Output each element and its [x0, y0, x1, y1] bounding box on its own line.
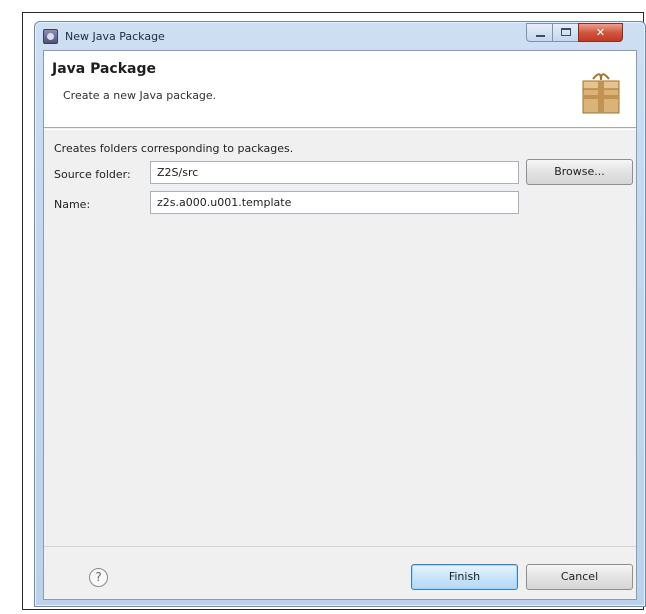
footer-separator — [44, 546, 636, 547]
package-icon — [582, 73, 620, 114]
source-folder-field[interactable]: Z2S/src — [150, 161, 519, 184]
close-button[interactable]: ✕ — [578, 23, 623, 42]
cancel-button[interactable]: Cancel — [526, 564, 633, 590]
dialog-body: Java Package Create a new Java package. … — [43, 50, 637, 600]
help-icon[interactable]: ? — [89, 568, 108, 587]
page-title: Java Package — [52, 61, 157, 77]
eclipse-app-icon — [43, 29, 58, 44]
minimize-button[interactable] — [526, 23, 553, 42]
window-title: New Java Package — [65, 30, 165, 43]
maximize-icon — [561, 28, 571, 36]
browse-button[interactable]: Browse... — [526, 159, 633, 185]
close-icon: ✕ — [595, 26, 606, 39]
finish-button[interactable]: Finish — [411, 564, 518, 590]
maximize-button[interactable] — [552, 23, 579, 42]
page-description: Create a new Java package. — [63, 89, 217, 102]
header-separator — [44, 129, 636, 130]
source-folder-label: Source folder: — [54, 168, 131, 181]
title-bar[interactable]: New Java Package ✕ — [35, 22, 645, 50]
description-text: Creates folders corresponding to package… — [54, 142, 294, 155]
name-label: Name: — [54, 198, 91, 211]
minimize-icon — [536, 35, 545, 37]
package-name-field[interactable]: z2s.a000.u001.template — [150, 191, 519, 214]
wizard-header: Java Package Create a new Java package. — [44, 51, 636, 128]
new-java-package-dialog: New Java Package ✕ Java Package Create a… — [34, 21, 646, 607]
